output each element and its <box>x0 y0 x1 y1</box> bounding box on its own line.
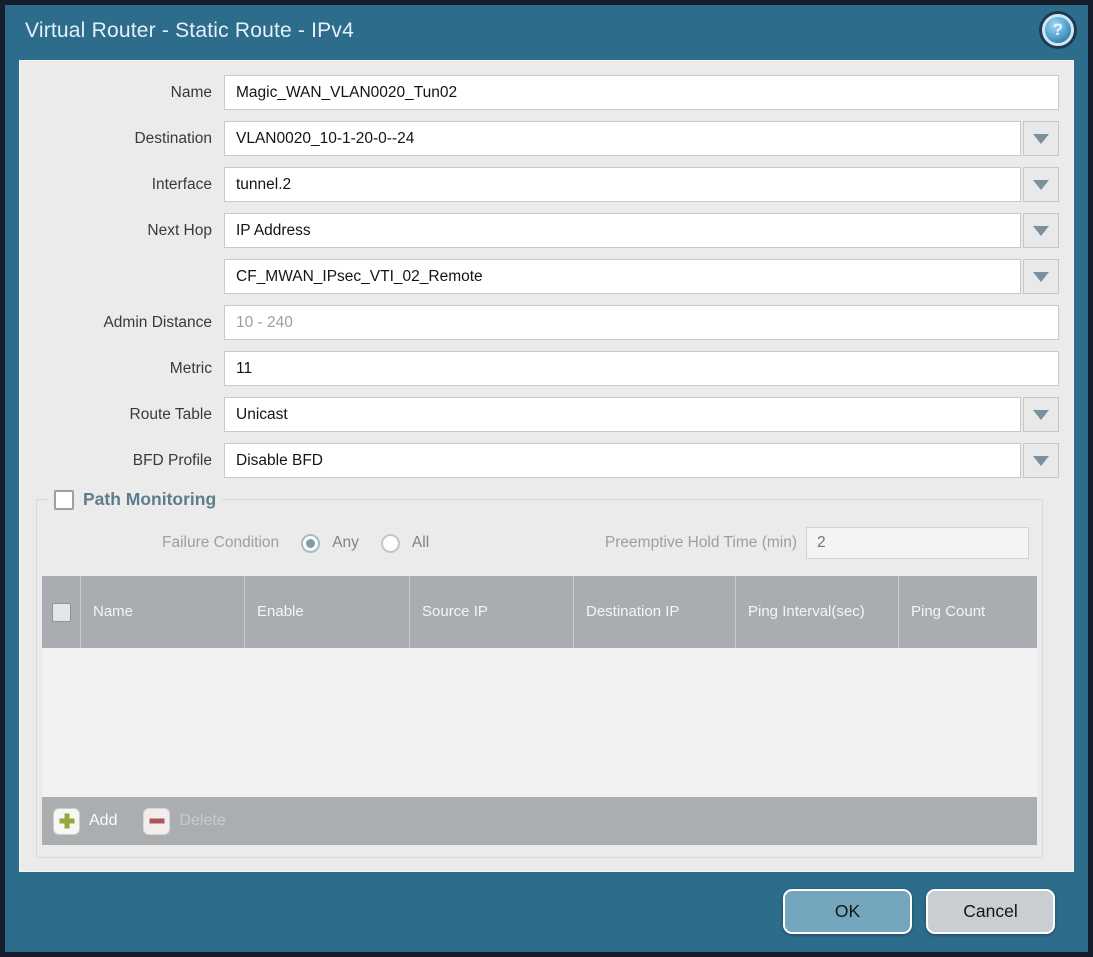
chevron-down-icon <box>1033 410 1049 420</box>
help-icon-glyph: ? <box>1053 20 1064 40</box>
table-header-select-all <box>42 576 80 648</box>
table-header-destination-ip[interactable]: Destination IP <box>573 576 735 648</box>
dialog-body: Name Destination Interface <box>19 60 1074 872</box>
destination-dropdown-button[interactable] <box>1023 121 1059 156</box>
dialog-window: Virtual Router - Static Route - IPv4 ? N… <box>0 0 1093 957</box>
admin-distance-label: Admin Distance <box>20 314 212 332</box>
destination-input[interactable] <box>224 121 1021 156</box>
title-bar: Virtual Router - Static Route - IPv4 ? <box>5 5 1088 57</box>
path-monitoring-legend: Path Monitoring <box>48 489 222 510</box>
minus-icon <box>143 808 170 835</box>
next-hop-address-row <box>20 259 1059 294</box>
interface-label: Interface <box>20 176 212 194</box>
failure-condition-label: Failure Condition <box>162 534 279 552</box>
metric-row: Metric <box>20 351 1059 386</box>
delete-button[interactable]: Delete <box>143 808 225 835</box>
route-table-label: Route Table <box>20 406 212 424</box>
interface-row: Interface <box>20 167 1059 202</box>
dialog-footer: OK Cancel <box>5 872 1088 934</box>
table-header-row: Name Enable Source IP Destination IP Pin… <box>42 576 1037 648</box>
cancel-button[interactable]: Cancel <box>926 889 1055 934</box>
chevron-down-icon <box>1033 134 1049 144</box>
destination-row: Destination <box>20 121 1059 156</box>
route-table-input[interactable] <box>224 397 1021 432</box>
interface-input[interactable] <box>224 167 1021 202</box>
help-icon[interactable]: ? <box>1042 14 1074 46</box>
failure-condition-any-radio[interactable] <box>301 534 320 553</box>
table-body-empty <box>42 648 1037 797</box>
next-hop-type-input[interactable] <box>224 213 1021 248</box>
table-header-ping-count[interactable]: Ping Count <box>898 576 1037 648</box>
path-monitoring-table: Name Enable Source IP Destination IP Pin… <box>42 576 1037 845</box>
path-monitoring-section: Path Monitoring Failure Condition Any Al… <box>36 489 1043 858</box>
admin-distance-input[interactable] <box>224 305 1059 340</box>
select-all-checkbox[interactable] <box>52 603 71 622</box>
bfd-profile-input[interactable] <box>224 443 1021 478</box>
table-header-enable[interactable]: Enable <box>244 576 409 648</box>
next-hop-type-row: Next Hop <box>20 213 1059 248</box>
route-table-dropdown-button[interactable] <box>1023 397 1059 432</box>
metric-label: Metric <box>20 360 212 378</box>
next-hop-label: Next Hop <box>20 222 212 240</box>
bfd-profile-row: BFD Profile <box>20 443 1059 478</box>
chevron-down-icon <box>1033 180 1049 190</box>
failure-condition-all-radio[interactable] <box>381 534 400 553</box>
chevron-down-icon <box>1033 226 1049 236</box>
table-header-name[interactable]: Name <box>80 576 244 648</box>
admin-distance-row: Admin Distance <box>20 305 1059 340</box>
ok-button[interactable]: OK <box>783 889 912 934</box>
plus-icon <box>53 808 80 835</box>
chevron-down-icon <box>1033 456 1049 466</box>
failure-condition-any-label: Any <box>332 534 359 552</box>
failure-condition-all-label: All <box>412 534 429 552</box>
name-row: Name <box>20 75 1059 110</box>
delete-button-label: Delete <box>179 812 225 830</box>
path-monitoring-title: Path Monitoring <box>83 489 216 510</box>
table-header-source-ip[interactable]: Source IP <box>409 576 573 648</box>
interface-dropdown-button[interactable] <box>1023 167 1059 202</box>
preemptive-hold-time-input[interactable] <box>806 527 1029 559</box>
bfd-profile-label: BFD Profile <box>20 452 212 470</box>
chevron-down-icon <box>1033 272 1049 282</box>
next-hop-address-dropdown-button[interactable] <box>1023 259 1059 294</box>
metric-input[interactable] <box>224 351 1059 386</box>
table-toolbar: Add Delete <box>42 797 1037 845</box>
table-header-ping-interval[interactable]: Ping Interval(sec) <box>735 576 898 648</box>
name-label: Name <box>20 84 212 102</box>
name-input[interactable] <box>224 75 1059 110</box>
next-hop-type-dropdown-button[interactable] <box>1023 213 1059 248</box>
dialog-title: Virtual Router - Static Route - IPv4 <box>25 19 354 43</box>
preemptive-hold-time-label: Preemptive Hold Time (min) <box>605 534 797 552</box>
path-monitoring-checkbox[interactable] <box>54 490 74 510</box>
next-hop-address-input[interactable] <box>224 259 1021 294</box>
bfd-profile-dropdown-button[interactable] <box>1023 443 1059 478</box>
failure-condition-row: Failure Condition Any All Preemptive Hol… <box>50 526 1029 560</box>
route-table-row: Route Table <box>20 397 1059 432</box>
add-button-label: Add <box>89 812 117 830</box>
destination-label: Destination <box>20 130 212 148</box>
add-button[interactable]: Add <box>53 808 117 835</box>
